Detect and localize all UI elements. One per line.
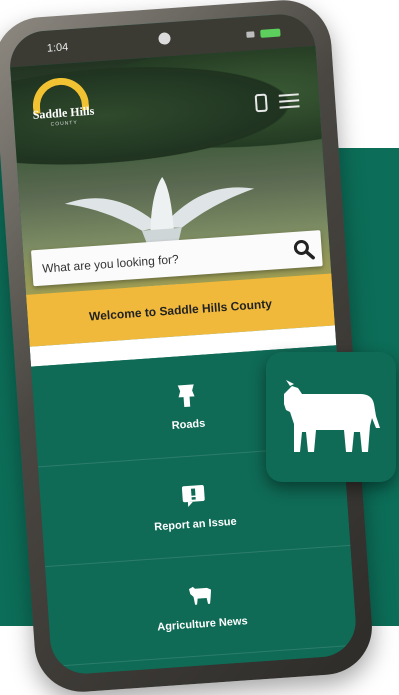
camera-icon xyxy=(158,32,171,45)
flag-report-icon xyxy=(181,485,205,508)
phone-screen: 1:04 Saddle Hills COUNTY What are you lo… xyxy=(7,12,358,676)
cow-icon xyxy=(284,380,380,452)
hamburger-menu-icon[interactable] xyxy=(278,93,300,109)
cow-icon xyxy=(188,586,212,605)
status-time: 1:04 xyxy=(46,41,69,55)
battery-icon xyxy=(260,28,281,38)
tile-agriculture-news[interactable]: Agriculture News xyxy=(45,544,358,667)
agriculture-app-icon[interactable] xyxy=(266,352,396,482)
phone-call-icon[interactable] xyxy=(254,93,268,113)
county-logo[interactable]: Saddle Hills COUNTY xyxy=(25,73,101,134)
tile-label: Report an Issue xyxy=(153,515,238,534)
tile-label: Roads xyxy=(171,417,206,432)
search-icon[interactable] xyxy=(291,237,317,263)
phone-mockup: 1:04 Saddle Hills COUNTY What are you lo… xyxy=(0,0,376,695)
road-sign-icon xyxy=(177,384,195,408)
signal-icon xyxy=(246,31,255,38)
tile-label: Agriculture News xyxy=(156,615,249,634)
hero-banner: Saddle Hills COUNTY xyxy=(10,46,332,305)
